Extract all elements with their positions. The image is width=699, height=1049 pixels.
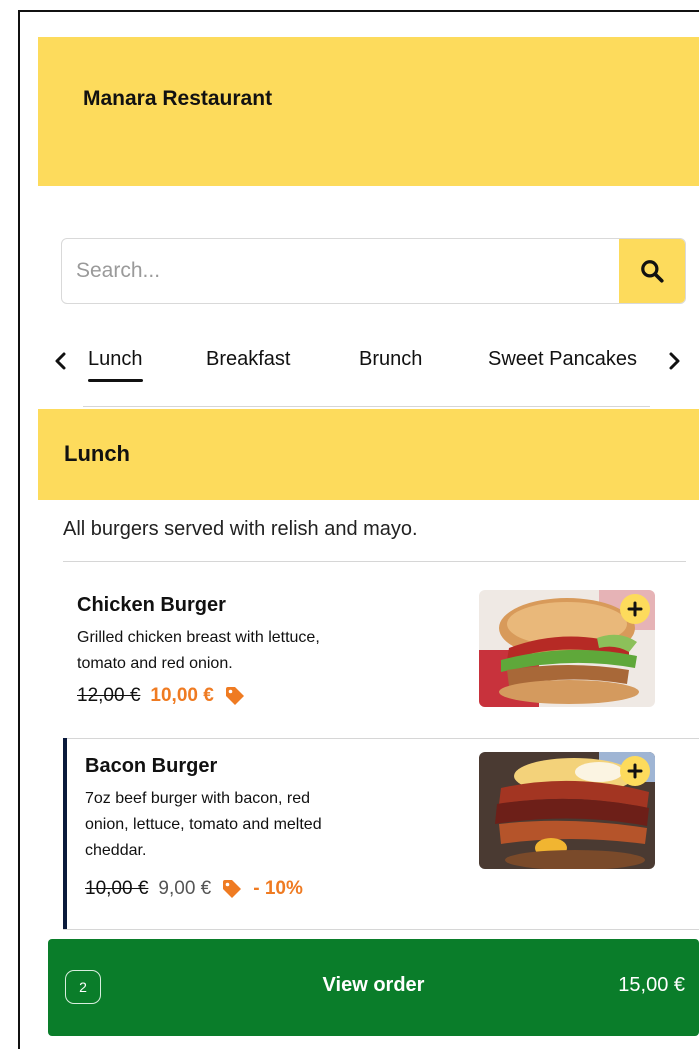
item-price: 9,00 € bbox=[158, 878, 212, 899]
chevron-right-icon bbox=[669, 352, 680, 370]
view-order-label: View order bbox=[322, 974, 425, 996]
item-price-row: 10,00 € 9,00 € - 10% bbox=[85, 878, 303, 900]
add-item-button[interactable] bbox=[620, 594, 650, 624]
section-note: All burgers served with relish and mayo. bbox=[63, 518, 418, 540]
item-name: Bacon Burger bbox=[85, 755, 218, 777]
chevron-left-icon bbox=[55, 352, 66, 370]
order-total: 15,00 € bbox=[618, 974, 685, 996]
section-divider bbox=[63, 561, 686, 562]
plus-icon bbox=[627, 763, 643, 779]
add-item-button[interactable] bbox=[620, 756, 650, 786]
section-header: Lunch bbox=[38, 409, 699, 500]
tabs-scroll-left[interactable] bbox=[48, 348, 74, 374]
search-bar bbox=[61, 238, 686, 304]
item-name: Chicken Burger bbox=[77, 594, 226, 616]
tag-icon bbox=[225, 687, 244, 705]
plus-icon bbox=[627, 601, 643, 617]
search-button[interactable] bbox=[619, 239, 685, 303]
search-icon bbox=[641, 260, 664, 283]
tab-sweet-pancakes[interactable]: Sweet Pancakes bbox=[488, 348, 637, 371]
item-description-line: cheddar. bbox=[85, 842, 147, 859]
search-input[interactable] bbox=[62, 239, 620, 303]
tabs-scroll-right[interactable] bbox=[661, 348, 687, 374]
item-description: Grilled chicken breast with lettuce, tom… bbox=[77, 625, 320, 677]
tag-icon bbox=[223, 880, 242, 898]
item-price: 10,00 € bbox=[150, 685, 214, 706]
item-description-line: 7oz beef burger with bacon, red bbox=[85, 790, 311, 807]
item-discount: - 10% bbox=[253, 878, 303, 899]
item-divider bbox=[63, 929, 699, 930]
item-old-price: 12,00 € bbox=[77, 685, 141, 706]
menu-item-bacon-burger[interactable]: Bacon Burger 7oz beef burger with bacon,… bbox=[63, 738, 699, 930]
category-tabs: Lunch Breakfast Brunch Sweet Pancakes bbox=[38, 340, 699, 385]
view-order-button[interactable]: 2 View order 15,00 € bbox=[48, 939, 699, 1036]
tab-brunch[interactable]: Brunch bbox=[359, 348, 422, 371]
item-description: 7oz beef burger with bacon, red onion, l… bbox=[85, 786, 322, 864]
restaurant-header: Manara Restaurant bbox=[38, 37, 699, 186]
tabs-divider bbox=[83, 406, 650, 407]
tab-clip: Sweet Pancakes bbox=[488, 340, 658, 385]
item-description-line: Grilled chicken breast with lettuce, bbox=[77, 629, 320, 646]
item-price-row: 12,00 € 10,00 € bbox=[77, 685, 246, 707]
section-title: Lunch bbox=[64, 441, 130, 466]
menu-item-chicken-burger[interactable]: Chicken Burger Grilled chicken breast wi… bbox=[63, 580, 699, 740]
item-description-line: tomato and red onion. bbox=[77, 655, 233, 672]
tab-lunch[interactable]: Lunch bbox=[88, 348, 143, 382]
item-old-price: 10,00 € bbox=[85, 878, 149, 899]
restaurant-title: Manara Restaurant bbox=[83, 87, 273, 110]
item-description-line: onion, lettuce, tomato and melted bbox=[85, 816, 322, 833]
tab-breakfast[interactable]: Breakfast bbox=[206, 348, 290, 371]
